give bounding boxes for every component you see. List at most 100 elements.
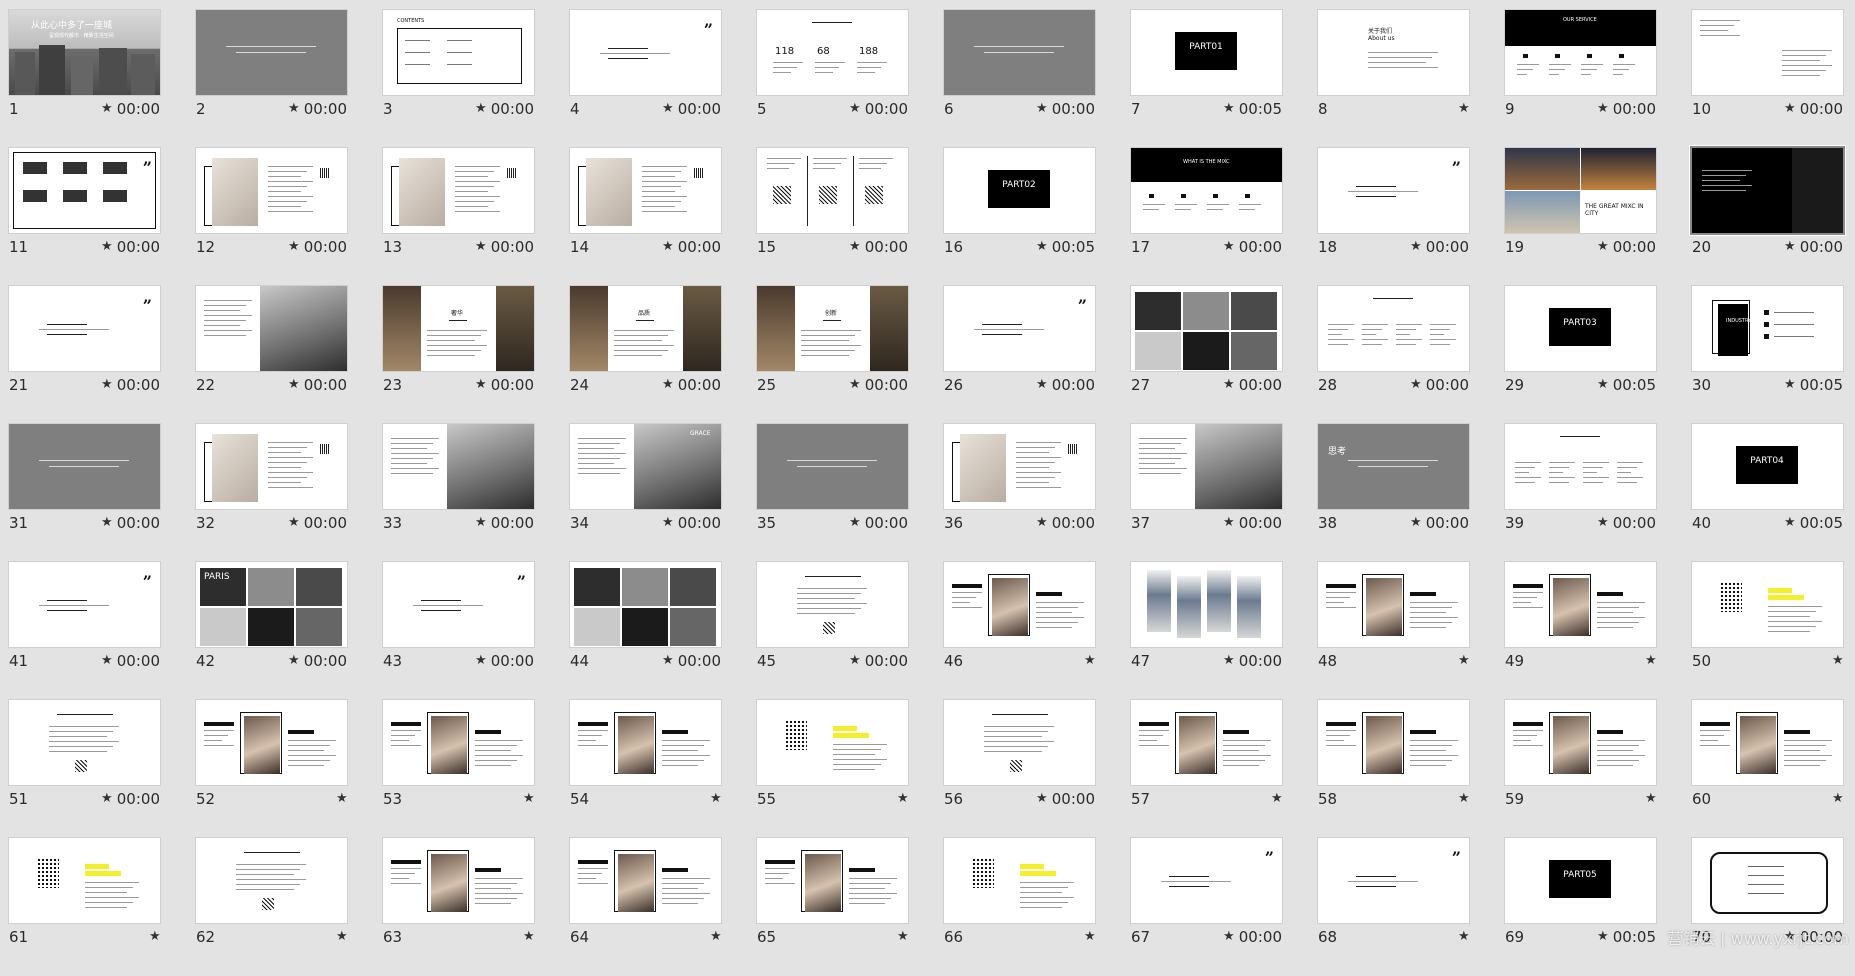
slide-thumbnail[interactable]: INDUSTRY 30 ★ 00:05 — [1692, 286, 1843, 424]
slide-preview[interactable]: INDUSTRY — [1692, 286, 1843, 371]
animation-star-icon[interactable]: ★ — [475, 99, 487, 119]
slide-thumbnail[interactable]: 36 ★ 00:00 — [944, 424, 1095, 562]
slide-preview[interactable] — [1318, 562, 1469, 647]
slide-preview[interactable] — [1505, 700, 1656, 785]
slide-preview[interactable] — [1692, 700, 1843, 785]
slide-preview[interactable] — [1131, 286, 1282, 371]
animation-star-icon[interactable]: ★ — [662, 651, 674, 671]
slide-thumbnail[interactable]: 关于我们 About us 8 ★ — [1318, 10, 1470, 148]
animation-star-icon[interactable]: ★ — [475, 237, 487, 257]
slide-preview[interactable] — [1318, 286, 1469, 371]
slide-thumbnail[interactable]: 63 ★ — [383, 838, 535, 976]
slide-thumbnail[interactable]: 52 ★ — [196, 700, 348, 838]
slide-preview[interactable]: PART01 — [1131, 10, 1282, 95]
slide-preview[interactable] — [570, 700, 721, 785]
slide-thumbnail[interactable]: 39 ★ 00:00 — [1505, 424, 1656, 562]
slide-thumbnail[interactable]: ” 18 ★ 00:00 — [1318, 148, 1469, 286]
animation-star-icon[interactable]: ★ — [849, 237, 861, 257]
animation-star-icon[interactable]: ★ — [1410, 375, 1422, 395]
slide-preview[interactable]: 关于我们 About us — [1318, 10, 1469, 95]
slide-thumbnail[interactable]: 53 ★ — [383, 700, 535, 838]
slide-thumbnail[interactable]: ” 11 ★ 00:00 — [9, 148, 160, 286]
slide-preview[interactable]: GRACE — [570, 424, 721, 509]
animation-star-icon[interactable]: ★ — [475, 375, 487, 395]
slide-preview[interactable]: OUR SERVICE — [1505, 10, 1656, 95]
animation-star-icon[interactable]: ★ — [523, 789, 535, 809]
animation-star-icon[interactable]: ★ — [1223, 513, 1235, 533]
slide-preview[interactable] — [944, 10, 1095, 95]
animation-star-icon[interactable]: ★ — [1271, 789, 1283, 809]
slide-preview[interactable]: PART03 — [1505, 286, 1656, 371]
slide-thumbnail[interactable]: 20 ★ 00:00 — [1692, 148, 1843, 286]
slide-thumbnail[interactable]: CONTENTS 3 ★ 00:00 — [383, 10, 534, 148]
animation-star-icon[interactable]: ★ — [849, 651, 861, 671]
animation-star-icon[interactable]: ★ — [1645, 651, 1657, 671]
slide-thumbnail[interactable]: 59 ★ — [1505, 700, 1657, 838]
slide-preview[interactable]: WHAT IS THE MIXC — [1131, 148, 1282, 233]
slide-preview[interactable] — [196, 424, 347, 509]
slide-thumbnail[interactable]: 2 ★ 00:00 — [196, 10, 347, 148]
animation-star-icon[interactable]: ★ — [662, 99, 674, 119]
animation-star-icon[interactable]: ★ — [897, 927, 909, 947]
animation-star-icon[interactable]: ★ — [1223, 99, 1235, 119]
slide-thumbnail[interactable]: 51 ★ 00:00 — [9, 700, 160, 838]
slide-preview[interactable] — [383, 148, 534, 233]
slide-preview[interactable] — [9, 424, 160, 509]
slide-thumbnail[interactable]: PART01 7 ★ 00:05 — [1131, 10, 1282, 148]
slide-thumbnail[interactable]: ” 67 ★ 00:00 — [1131, 838, 1282, 976]
slide-thumbnail[interactable]: WHAT IS THE MIXC 17 ★ 00:00 — [1131, 148, 1282, 286]
animation-star-icon[interactable]: ★ — [101, 513, 113, 533]
slide-preview[interactable]: 品质 — [570, 286, 721, 371]
animation-star-icon[interactable]: ★ — [1784, 375, 1796, 395]
animation-star-icon[interactable]: ★ — [1036, 375, 1048, 395]
animation-star-icon[interactable]: ★ — [101, 237, 113, 257]
animation-star-icon[interactable]: ★ — [710, 789, 722, 809]
slide-preview[interactable] — [570, 562, 721, 647]
slide-thumbnail[interactable]: 64 ★ — [570, 838, 722, 976]
slide-thumbnail[interactable]: GRACE 34 ★ 00:00 — [570, 424, 721, 562]
animation-star-icon[interactable]: ★ — [1036, 99, 1048, 119]
slide-preview[interactable] — [1131, 562, 1282, 647]
slide-thumbnail[interactable]: 60 ★ — [1692, 700, 1844, 838]
slide-thumbnail[interactable]: PART04 40 ★ 00:05 — [1692, 424, 1843, 562]
slide-preview[interactable] — [757, 838, 908, 923]
slide-thumbnail[interactable]: PART03 29 ★ 00:05 — [1505, 286, 1656, 424]
slide-preview[interactable]: ” — [9, 286, 160, 371]
animation-star-icon[interactable]: ★ — [662, 237, 674, 257]
slide-thumbnail[interactable]: ” 43 ★ 00:00 — [383, 562, 534, 700]
slide-preview[interactable] — [757, 700, 908, 785]
slide-preview[interactable] — [757, 148, 908, 233]
animation-star-icon[interactable]: ★ — [662, 375, 674, 395]
slide-thumbnail[interactable]: 62 ★ — [196, 838, 348, 976]
animation-star-icon[interactable]: ★ — [1458, 927, 1470, 947]
slide-preview[interactable] — [1692, 562, 1843, 647]
slide-thumbnail[interactable]: 创新 25 ★ 00:00 — [757, 286, 908, 424]
slide-preview[interactable] — [944, 424, 1095, 509]
slide-preview[interactable]: PART02 — [944, 148, 1095, 233]
slide-preview[interactable] — [1318, 700, 1469, 785]
slide-thumbnail[interactable]: 14 ★ 00:00 — [570, 148, 721, 286]
animation-star-icon[interactable]: ★ — [1036, 789, 1048, 809]
slide-thumbnail[interactable]: 27 ★ 00:00 — [1131, 286, 1282, 424]
slide-thumbnail[interactable]: 6 ★ 00:00 — [944, 10, 1095, 148]
slide-preview[interactable] — [1692, 10, 1843, 95]
slide-thumbnail[interactable]: 66 ★ — [944, 838, 1096, 976]
animation-star-icon[interactable]: ★ — [101, 99, 113, 119]
slide-preview[interactable]: 118 68 188 — [757, 10, 908, 95]
slide-thumbnail[interactable]: 从此心中多了一座城 呈现现代都市 · 精致生活空间 1 ★ 00:00 — [9, 10, 160, 148]
slide-preview[interactable]: PART04 — [1692, 424, 1843, 509]
slide-preview[interactable] — [944, 700, 1095, 785]
slide-thumbnail[interactable]: 57 ★ — [1131, 700, 1283, 838]
slide-preview[interactable] — [196, 10, 347, 95]
animation-star-icon[interactable]: ★ — [1784, 99, 1796, 119]
animation-star-icon[interactable]: ★ — [1597, 927, 1609, 947]
slide-preview[interactable] — [1692, 838, 1843, 923]
slide-thumbnail[interactable]: 10 ★ 00:00 — [1692, 10, 1843, 148]
slide-preview[interactable] — [757, 562, 908, 647]
animation-star-icon[interactable]: ★ — [475, 513, 487, 533]
animation-star-icon[interactable]: ★ — [101, 789, 113, 809]
slide-preview[interactable] — [944, 562, 1095, 647]
slide-thumbnail[interactable]: 118 68 188 5 ★ 00:00 — [757, 10, 908, 148]
slide-preview[interactable] — [196, 148, 347, 233]
slide-thumbnail[interactable]: 奢华 23 ★ 00:00 — [383, 286, 534, 424]
